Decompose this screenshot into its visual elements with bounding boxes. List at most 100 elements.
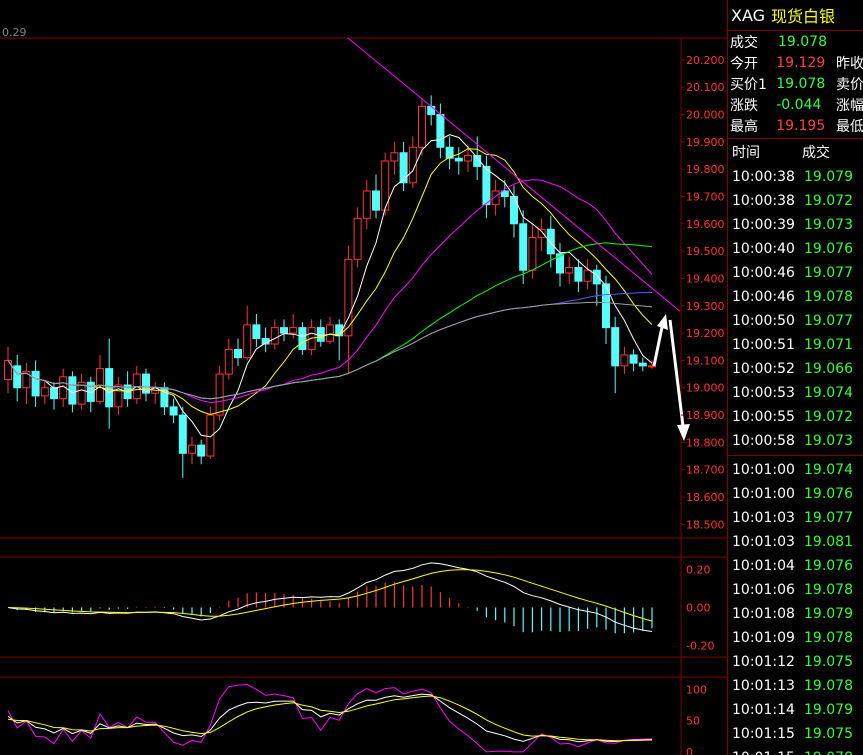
tick-row[interactable]: 10:00:46 19.078 [728,285,863,309]
tick-row[interactable]: 10:01:06 19.078 [728,578,863,602]
quote-row: 涨跌 -0.044 涨幅 [728,94,863,115]
tick-row[interactable]: 10:00:39 19.073 [728,213,863,237]
tick-row[interactable]: 10:01:13 19.078 [728,674,863,698]
candle [390,152,399,162]
quote-row: 成交 19.078 [728,31,863,52]
kdj-tick-label: 0 [686,746,693,755]
candle [215,373,224,416]
quote-row: 最高 19.195 最低 [728,115,863,136]
price-tick-label: 18.700 [686,464,725,477]
candle [326,324,334,342]
quote-label: 最高 [730,118,758,135]
candle [620,354,629,367]
kline-chart-area[interactable]: 20.200 20.100 20.000 19.900 19.800 19.700 19.6… [0,0,727,755]
tick-row[interactable]: 10:01:09 19.078 [728,626,863,650]
candle [188,444,196,454]
tick-price: 19.077 [804,313,853,329]
quote-panel: XAG 现货白银 成交 19.078 今开 19.129 昨收 买价1 19.078 卖价 涨跌… [727,0,863,755]
tick-price: 19.072 [804,193,853,209]
tick-row[interactable]: 10:01:04 19.076 [728,554,863,578]
candle [362,190,371,219]
candle [592,269,601,285]
candle [528,236,537,271]
tick-row[interactable]: 10:01:12 19.075 [728,650,863,674]
quote-label: 买价1 [730,76,767,93]
symbol-code: XAG [731,5,766,25]
tick-price: 19.078 [804,289,853,305]
tick-price: 19.081 [804,534,853,550]
tick-row[interactable]: 10:00:52 19.066 [728,357,863,381]
kdj-indicator-chart[interactable] [7,683,653,753]
tick-row[interactable]: 10:00:46 19.077 [728,261,863,285]
moving-average-line [7,148,653,416]
arrow-up-shaft [652,321,665,367]
tick-row[interactable]: 10:00:38 19.079 [728,165,863,189]
tick-list-header: 时间 成交 [728,139,863,165]
tick-row[interactable]: 10:00:58 19.073 [728,429,863,453]
quote-label: 成交 [730,34,758,51]
price-tick-label: 19.400 [686,272,725,285]
price-axis: 20.200 20.100 20.000 19.900 19.800 19.700 19.6… [681,54,725,755]
candle [252,324,261,340]
candle [40,387,49,397]
tick-row[interactable]: 10:01:03 19.081 [728,530,863,554]
price-tick-label: 20.000 [686,109,725,122]
candle [372,190,380,211]
candle [537,228,546,238]
candle [316,327,325,342]
price-tick-label: 18.800 [686,436,725,449]
tick-time: 10:00:52 [732,361,795,377]
tick-row[interactable]: 10:00:50 19.077 [728,309,863,333]
candle [31,370,40,397]
tick-row[interactable]: 10:01:00 19.076 [728,482,863,506]
trend-line [347,37,681,312]
price-tick-label: 19.000 [686,382,725,395]
quote-value: 19.078 [778,33,827,50]
tick-row[interactable]: 10:00:53 19.074 [728,381,863,405]
candle [289,327,298,334]
price-tick-label: 19.100 [686,354,725,367]
price-tick-label: 18.500 [686,518,725,531]
tick-price: 19.079 [804,702,853,718]
tick-price: 19.071 [804,337,853,353]
quote-value: 19.078 [776,75,826,92]
candle [399,152,408,184]
quote-label-secondary: 昨收 [836,55,863,72]
tick-time: 10:00:40 [732,241,795,257]
tick-row[interactable]: 10:00:40 19.076 [728,237,863,261]
tick-time: 10:01:00 [732,462,795,478]
tick-row[interactable]: 10:01:14 19.079 [728,698,863,722]
candle [583,269,592,282]
candle [648,365,656,368]
macd-tick-label: -0.20 [686,640,714,653]
tick-row[interactable]: 10:00:55 19.072 [728,405,863,429]
candlestick-chart[interactable] [4,37,681,478]
tick-price: 19.073 [804,217,853,233]
candle [500,190,509,197]
tick-row[interactable]: 10:00:38 19.072 [728,189,863,213]
tick-price: 19.073 [804,433,853,449]
tick-row[interactable]: 10:01:00 19.074 [728,458,863,482]
candle [611,327,620,367]
tick-price: 19.074 [804,385,853,401]
candle [50,387,58,400]
tick-row[interactable]: 10:01:08 19.079 [728,602,863,626]
tick-row[interactable]: 10:01:15 19.075 [728,722,863,746]
tick-row[interactable]: 10:00:51 19.071 [728,333,863,357]
tick-price: 19.072 [804,409,853,425]
candle [197,444,206,457]
candle [574,267,583,282]
tick-row[interactable]: 10:01:1519.078 [728,746,863,755]
tick-time: 10:00:51 [732,337,795,353]
tick-row[interactable]: 10:01:03 19.077 [728,506,863,530]
tick-time: 10:01:09 [732,630,795,646]
tick-price: 19.074 [804,462,853,478]
tick-time: 10:01:06 [732,582,795,598]
price-tick-label: 18.600 [686,491,725,504]
tick-price: 19.079 [804,169,853,185]
candle [105,368,114,408]
candle [224,348,233,375]
tick-list-next[interactable]: 10:01:00 19.074 10:01:00 19.076 10:01:03 19.0… [728,458,863,755]
tick-list[interactable]: 10:00:38 19.079 10:00:38 19.072 10:00:39 19.0… [728,165,863,453]
macd-indicator-chart[interactable] [7,562,653,634]
